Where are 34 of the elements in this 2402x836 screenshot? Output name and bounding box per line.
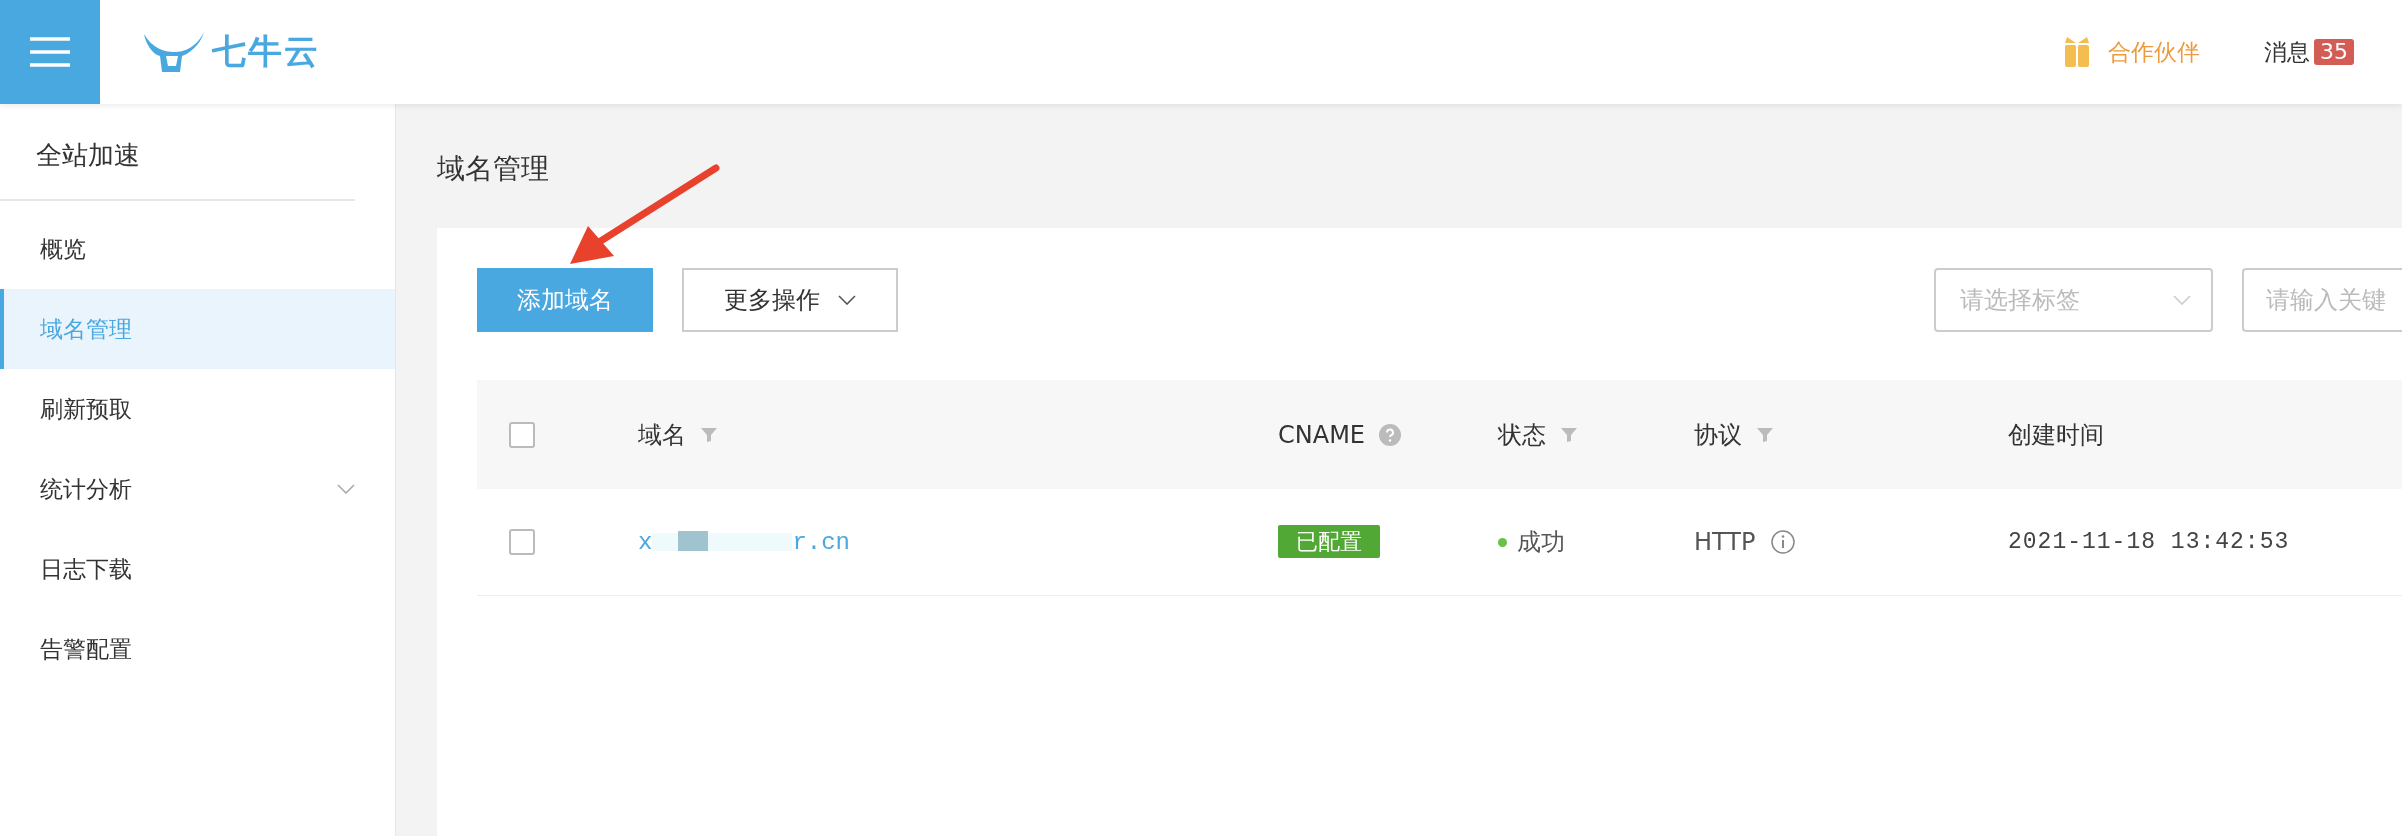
sidebar-title: 全站加速 — [0, 104, 355, 201]
search-field[interactable]: 请输入关键 — [2242, 268, 2402, 332]
chevron-down-icon — [337, 484, 355, 494]
help-icon[interactable] — [1379, 423, 1401, 446]
sidebar-item[interactable]: 统计分析 — [0, 449, 395, 529]
created-time: 2021-11-18 13:42:53 — [2008, 529, 2291, 555]
chevron-down-icon — [2173, 295, 2191, 305]
status-text: 成功 — [1517, 527, 1565, 558]
row-checkbox[interactable] — [509, 529, 535, 555]
filter-icon[interactable] — [1560, 426, 1578, 443]
page-title: 域名管理 — [437, 151, 549, 187]
chevron-down-icon — [838, 295, 856, 305]
more-actions-button[interactable]: 更多操作 — [682, 268, 898, 332]
messages-link[interactable]: 消息 35 — [2264, 36, 2354, 68]
configured-tag: 已配置 — [1278, 525, 1380, 558]
select-all-checkbox[interactable] — [509, 421, 535, 448]
sidebar-item[interactable]: 日志下载 — [0, 529, 395, 609]
count-badge: 35 — [2314, 39, 2354, 65]
column-header: 状态 — [1498, 419, 1546, 451]
logo-text: 七牛云 — [212, 30, 320, 73]
filter-icon[interactable] — [700, 426, 718, 443]
sidebar-item[interactable]: 刷新预取 — [0, 369, 395, 449]
gift-icon — [2064, 37, 2090, 67]
column-header: 协议 — [1694, 419, 1742, 451]
filter-icon[interactable] — [1756, 426, 1774, 443]
sidebar-item[interactable]: 告警配置 — [0, 609, 395, 689]
column-header: 创建时间 — [2008, 419, 2104, 451]
info-icon[interactable] — [1771, 530, 1796, 554]
menu-icon — [30, 36, 70, 68]
sidebar-item[interactable]: 概览 — [0, 209, 395, 289]
menu-button[interactable] — [0, 0, 100, 104]
column-header: 域名 — [638, 419, 686, 451]
column-header: CNAME — [1278, 420, 1365, 449]
protocol-text: HTTP — [1694, 528, 1756, 556]
